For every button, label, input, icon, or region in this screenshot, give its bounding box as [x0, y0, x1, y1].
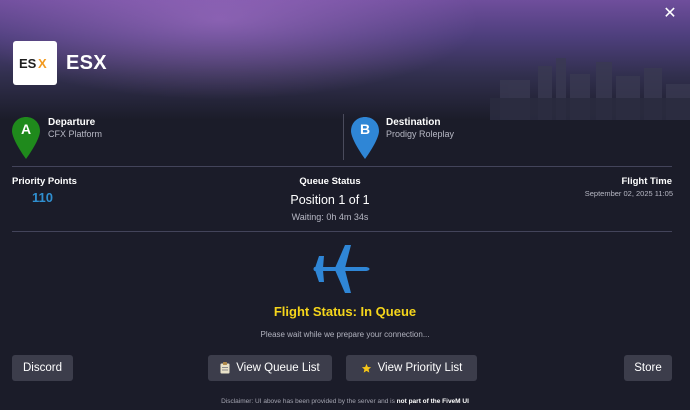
destination-name: Prodigy Roleplay [386, 129, 455, 139]
discord-button-label: Discord [23, 362, 62, 374]
flight-status: Flight Status: In Queue [273, 304, 417, 319]
destination-marker-letter: B [359, 121, 371, 137]
view-queue-list-label: View Queue List [236, 362, 320, 374]
disclaimer-emphasis: not part of the FiveM UI [396, 398, 469, 405]
store-button-label: Store [634, 362, 662, 374]
store-button[interactable]: Store [624, 355, 672, 381]
server-logo: ES X [13, 41, 57, 85]
discord-button[interactable]: Discord [12, 355, 73, 381]
waiting-time: Waiting: 0h 4m 34s [291, 212, 369, 222]
clipboard-icon [220, 362, 230, 374]
flight-time-label: Flight Time [621, 176, 673, 187]
departure-title: Departure [48, 117, 96, 128]
divider [12, 166, 672, 167]
svg-text:X: X [38, 56, 47, 71]
destination-title: Destination [386, 117, 441, 128]
close-icon[interactable]: ✕ [660, 3, 680, 23]
queue-status-label: Queue Status [299, 176, 361, 187]
disclaimer-text: Disclaimer: UI above has been provided b… [221, 398, 397, 405]
route-divider [343, 114, 344, 160]
queue-position: Position 1 of 1 [290, 193, 370, 207]
view-queue-list-button[interactable]: View Queue List [208, 355, 332, 381]
disclaimer: Disclaimer: UI above has been provided b… [0, 398, 690, 405]
view-priority-list-label: View Priority List [377, 362, 463, 374]
airplane-icon [313, 245, 370, 293]
esx-logo-icon: ES X [19, 56, 47, 71]
departure-marker-letter: A [20, 121, 32, 137]
flight-time-value: September 02, 2025 11:05 [584, 189, 673, 198]
departure-name: CFX Platform [48, 129, 103, 139]
banner-glow [0, 0, 480, 100]
city-skyline-image [490, 58, 690, 120]
server-name: ESX [66, 52, 107, 74]
departure-marker: A [11, 116, 41, 160]
star-icon [361, 363, 372, 374]
status-subtitle: Please wait while we prepare your connec… [260, 330, 430, 339]
destination-marker: B [350, 116, 380, 160]
view-priority-list-button[interactable]: View Priority List [346, 355, 477, 381]
divider [12, 231, 672, 232]
svg-text:ES: ES [19, 56, 37, 71]
